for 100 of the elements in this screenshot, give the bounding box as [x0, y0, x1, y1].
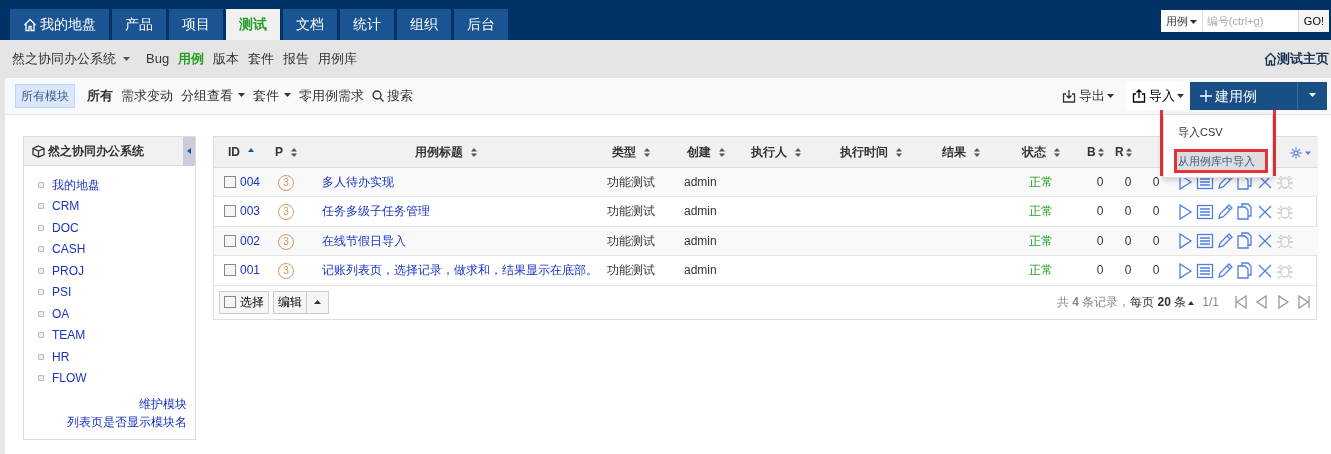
case-title-link[interactable]: 多人待办实现 [322, 174, 394, 189]
nav-tab[interactable]: 项目 [169, 9, 223, 40]
bug-count: 0 [1096, 174, 1104, 189]
tree-item[interactable]: PROJ [38, 260, 195, 282]
run-icon[interactable] [1176, 202, 1194, 221]
column-header[interactable]: P [266, 137, 306, 167]
caret-icon [1309, 93, 1316, 99]
caret-icon [1177, 93, 1184, 99]
nav-tab[interactable]: 统计 [340, 9, 394, 40]
column-header[interactable]: 结果 [926, 137, 996, 167]
result-count: 0 [1124, 174, 1132, 189]
filter-link[interactable]: 套件 [253, 86, 291, 106]
edit-button[interactable]: 编辑 [273, 290, 307, 314]
row-checkbox[interactable] [224, 264, 236, 277]
list-icon[interactable] [1196, 202, 1214, 221]
cube-icon [32, 144, 45, 158]
previous-page-icon[interactable] [1255, 295, 1269, 309]
upload-icon [1132, 89, 1146, 103]
tree-item[interactable]: HR [38, 346, 195, 368]
nav-tab[interactable]: 组织 [397, 9, 451, 40]
column-header[interactable]: 创建 [676, 137, 736, 167]
caret-icon [123, 57, 130, 63]
pencil-icon[interactable] [1216, 232, 1234, 251]
nav-link[interactable]: Bug [146, 49, 170, 69]
next-page-icon[interactable] [1276, 295, 1290, 309]
row-checkbox[interactable] [224, 234, 236, 247]
export-button[interactable]: 导出 [1058, 86, 1118, 106]
run-icon[interactable] [1176, 261, 1194, 280]
page-size-dropdown[interactable]: 每页 20 条 [1130, 293, 1195, 311]
nav-link[interactable]: 报告 [283, 49, 310, 69]
copy-icon[interactable] [1236, 232, 1254, 251]
filter-link[interactable]: 零用例需求 [299, 86, 364, 106]
tree-item[interactable]: CASH [38, 238, 195, 260]
home-link[interactable]: 测试主页 [1264, 49, 1329, 69]
creator-name: admin [684, 263, 717, 278]
row-checkbox[interactable] [224, 205, 236, 218]
breadcrumb-tag[interactable]: 所有模块 [15, 84, 75, 108]
status-text: 正常 [1029, 174, 1053, 189]
nav-tab[interactable]: 我的地盘 [10, 9, 109, 40]
tree-item[interactable]: 我的地盘 [38, 174, 195, 196]
pencil-icon[interactable] [1216, 261, 1234, 280]
nav-link[interactable]: 套件 [248, 49, 275, 69]
column-header[interactable]: R [1114, 137, 1142, 167]
menu-item[interactable]: 从用例库中导入 [1174, 148, 1268, 173]
create-button[interactable]: 建用例 [1190, 82, 1297, 110]
import-button[interactable]: 导入 [1126, 82, 1190, 110]
creator-name: admin [684, 174, 717, 189]
column-header[interactable]: 类型 [586, 137, 676, 167]
case-title-link[interactable]: 在线节假日导入 [322, 233, 406, 248]
select-all-button[interactable]: 选择 [219, 290, 269, 314]
filter-link[interactable]: 所有 [87, 86, 113, 106]
dropup-button[interactable] [307, 290, 329, 314]
search-link[interactable]: 搜索 [372, 86, 413, 106]
last-page-icon[interactable] [1297, 295, 1311, 309]
tree-item[interactable]: FLOW [38, 367, 195, 389]
copy-icon[interactable] [1236, 261, 1254, 280]
dropdown-toggle-button[interactable] [1297, 82, 1327, 110]
collapse-toggle[interactable] [183, 137, 195, 166]
download-icon [1062, 89, 1076, 103]
result-count: 0 [1124, 263, 1132, 278]
nav-tab[interactable]: 后台 [454, 9, 508, 40]
row-checkbox[interactable] [224, 175, 236, 188]
case-id-link[interactable]: 003 [240, 204, 261, 219]
case-title-link[interactable]: 记账列表页，选择记录，做求和，结果显示在底部。 [322, 263, 598, 278]
first-page-icon[interactable] [1234, 295, 1248, 309]
tree-item[interactable]: CRM [38, 195, 195, 217]
nav-tab[interactable]: 文档 [283, 9, 337, 40]
menu-item[interactable]: 导入CSV [1164, 119, 1272, 146]
list-icon[interactable] [1196, 261, 1214, 280]
column-header[interactable]: 状态 [996, 137, 1086, 167]
copy-icon[interactable] [1236, 202, 1254, 221]
status-text: 正常 [1029, 204, 1053, 219]
tree-item[interactable]: PSI [38, 281, 195, 303]
sidebar-link[interactable]: 维护模块 [139, 395, 187, 413]
go-button[interactable]: GO! [1297, 10, 1329, 32]
step-count: 0 [1152, 204, 1160, 219]
search-type-dropdown[interactable]: 用例 [1160, 10, 1203, 32]
nav-tab[interactable]: 产品 [112, 9, 166, 40]
pencil-icon[interactable] [1216, 202, 1234, 221]
column-header[interactable]: B [1086, 137, 1114, 167]
step-count: 0 [1152, 263, 1160, 278]
home-icon [1264, 52, 1277, 66]
sidebar-link[interactable]: 列表页是否显示模块名 [67, 413, 187, 431]
filter-link[interactable]: 需求变动 [121, 86, 173, 106]
tree-item[interactable]: DOC [38, 217, 195, 239]
column-header[interactable]: ID [214, 137, 266, 167]
column-header[interactable]: 执行人 [736, 137, 816, 167]
list-icon[interactable] [1196, 232, 1214, 251]
column-header[interactable]: 用例标题 [306, 137, 586, 167]
tree-item[interactable]: TEAM [38, 324, 195, 346]
tree-item[interactable]: OA [38, 303, 195, 325]
run-icon[interactable] [1176, 232, 1194, 251]
case-title-link[interactable]: 任务多级子任务管理 [322, 204, 430, 219]
column-header[interactable]: 执行时间 [816, 137, 926, 167]
search-field[interactable]: 编号(ctrl+g) [1202, 10, 1298, 32]
nav-link[interactable]: 用例库 [318, 49, 358, 69]
case-id-link[interactable]: 001 [240, 263, 261, 278]
product-dropdown[interactable]: 然之协同办公系统 [12, 49, 130, 69]
nav-link[interactable]: 版本 [213, 49, 240, 69]
filter-link[interactable]: 分组查看 [181, 86, 245, 106]
